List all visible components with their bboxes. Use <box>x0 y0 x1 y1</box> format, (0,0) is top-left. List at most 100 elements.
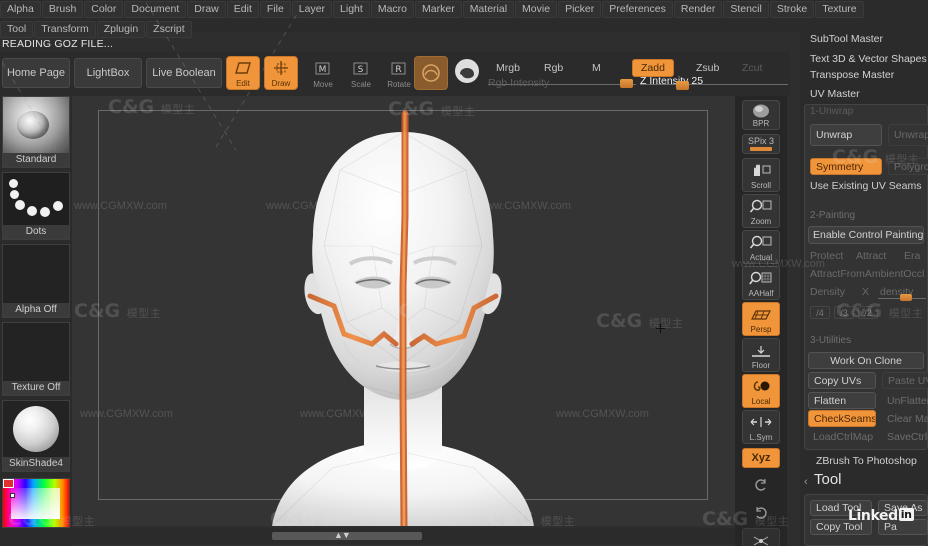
xyz-button[interactable]: Xyz <box>742 448 780 468</box>
rgb-intensity-knob[interactable] <box>620 79 633 88</box>
rotate-y-button[interactable] <box>742 472 780 498</box>
color-picker[interactable] <box>2 478 70 528</box>
enable-control-painting-button[interactable]: Enable Control Painting <box>808 226 924 244</box>
work-on-clone-button[interactable]: Work On Clone <box>808 352 924 369</box>
z-intensity-knob[interactable] <box>676 81 689 90</box>
local-symmetry-button[interactable]: L.Sym <box>742 410 780 444</box>
edit-button[interactable]: Edit <box>226 56 260 90</box>
mode-zcut[interactable]: Zcut <box>734 60 770 76</box>
draw-button[interactable]: Draw <box>264 56 298 90</box>
use-existing-uv-seams-button[interactable]: Use Existing UV Seams <box>810 180 921 192</box>
local-button[interactable]: Local <box>742 374 780 408</box>
menu-item-color[interactable]: Color <box>84 0 124 18</box>
density-x-button[interactable]: X <box>862 286 869 298</box>
zplugin-transpose-master[interactable]: Transpose Master <box>810 69 894 81</box>
rgb-intensity-slider[interactable]: Rgb Intensity <box>488 77 636 90</box>
menu-item-draw[interactable]: Draw <box>187 0 226 18</box>
menu-item-light[interactable]: Light <box>333 0 370 18</box>
document-canvas[interactable] <box>72 96 735 526</box>
live-boolean-button[interactable]: Live Boolean <box>146 58 222 88</box>
density-third-button[interactable]: /3 <box>834 306 854 319</box>
density-half-button[interactable]: /2 <box>858 306 878 319</box>
actual-button[interactable]: Actual <box>742 230 780 264</box>
rotate-button[interactable]: R Rotate <box>382 56 416 90</box>
zplugin-uv-master[interactable]: UV Master <box>810 88 860 100</box>
symmetry-button[interactable]: Symmetry <box>810 158 882 175</box>
save-ctrl-map-button[interactable]: SaveCtrl <box>882 428 928 445</box>
menu-item-stencil[interactable]: Stencil <box>723 0 769 18</box>
menu-item-movie[interactable]: Movie <box>515 0 558 18</box>
move-button[interactable]: M Move <box>306 56 340 90</box>
scroll-button[interactable]: Scroll <box>742 158 780 192</box>
attract-button[interactable]: Attract <box>856 250 886 262</box>
mode-m[interactable]: M <box>584 60 609 76</box>
material-sphere-icon[interactable] <box>3 401 69 457</box>
menu-item-alpha[interactable]: Alpha <box>0 0 41 18</box>
protect-button[interactable]: Protect <box>810 250 843 262</box>
attract-from-ambient-occlusion-button[interactable]: AttractFromAmbientOccl <box>810 268 924 280</box>
persp-button[interactable]: Persp <box>742 302 780 336</box>
menu-item-tool[interactable]: Tool <box>0 20 34 38</box>
horizontal-scrollbar[interactable]: ▲▼ <box>72 528 735 544</box>
color-picker-field[interactable] <box>11 488 60 519</box>
brush-palette-slot[interactable]: Standard <box>2 96 70 168</box>
material-palette-slot[interactable]: SkinShade4 <box>2 400 70 472</box>
alpha-thumbnail-icon[interactable] <box>3 245 69 303</box>
menu-item-brush[interactable]: Brush <box>41 0 84 18</box>
paste-uvs-button[interactable]: Paste UV <box>882 372 928 389</box>
menu-item-zplugin[interactable]: Zplugin <box>96 20 146 38</box>
floor-button[interactable]: Floor <box>742 338 780 372</box>
flatten-button[interactable]: Flatten <box>808 392 876 409</box>
menu-item-stroke[interactable]: Stroke <box>769 0 815 18</box>
menu-item-preferences[interactable]: Preferences <box>602 0 673 18</box>
mode-rgb[interactable]: Rgb <box>536 60 571 76</box>
check-seams-button[interactable]: CheckSeams <box>808 410 876 427</box>
polygroups-button[interactable]: Polygrou <box>888 158 928 175</box>
zbrush-to-photoshop-item[interactable]: ZBrush To Photoshop <box>816 455 917 467</box>
current-color-swatch[interactable] <box>3 479 14 488</box>
spix-slider[interactable] <box>750 147 772 151</box>
texture-thumbnail-icon[interactable] <box>3 323 69 381</box>
mode-zsub[interactable]: Zsub <box>688 60 727 76</box>
stroke-thumbnail-icon[interactable] <box>3 173 69 225</box>
zplugin-text3d-vector[interactable]: Text 3D & Vector Shapes <box>810 53 927 65</box>
mode-mrgb[interactable]: Mrgb <box>488 60 528 76</box>
rotate-z-button[interactable] <box>742 500 780 526</box>
load-ctrl-map-button[interactable]: LoadCtrlMap <box>808 428 880 445</box>
stroke-palette-slot[interactable]: Dots <box>2 172 70 240</box>
scrollbar-arrows-icon[interactable]: ▲▼ <box>334 530 351 540</box>
texture-palette-slot[interactable]: Texture Off <box>2 322 70 396</box>
menu-item-marker[interactable]: Marker <box>415 0 462 18</box>
model-viewport[interactable] <box>72 96 735 526</box>
z-intensity-slider[interactable]: Z Intensity 25 <box>640 75 788 90</box>
unflatten-button[interactable]: UnFlatten <box>882 392 928 409</box>
zoom-button[interactable]: Zoom <box>742 194 780 228</box>
frame-button[interactable]: Frame <box>742 528 780 546</box>
home-page-button[interactable]: Home Page <box>2 58 70 88</box>
menu-item-layer[interactable]: Layer <box>291 0 333 18</box>
current-brush-preview[interactable] <box>452 56 482 86</box>
menu-item-edit[interactable]: Edit <box>226 0 259 18</box>
aahalf-button[interactable]: AAHalf <box>742 266 780 300</box>
unwrap-all-button[interactable]: Unwrap A <box>888 124 928 146</box>
unwrap-button[interactable]: Unwrap <box>810 124 882 146</box>
lightbox-button[interactable]: LightBox <box>74 58 142 88</box>
spix-button[interactable]: SPix 3 <box>742 134 780 154</box>
menu-item-document[interactable]: Document <box>124 0 187 18</box>
menu-item-picker[interactable]: Picker <box>558 0 602 18</box>
bpr-render-button[interactable]: BPR <box>742 100 780 130</box>
menu-item-material[interactable]: Material <box>462 0 515 18</box>
menu-item-macro[interactable]: Macro <box>370 0 415 18</box>
menu-item-texture[interactable]: Texture <box>815 0 864 18</box>
brush-thumbnail-icon[interactable] <box>3 97 69 153</box>
copy-uvs-button[interactable]: Copy UVs <box>808 372 876 389</box>
menu-item-file[interactable]: File <box>259 0 291 18</box>
menu-item-transform[interactable]: Transform <box>34 20 96 38</box>
tool-collapse-chevron-icon[interactable]: ‹ <box>804 476 808 488</box>
density-slider-knob[interactable] <box>900 294 912 301</box>
erase-button[interactable]: Era <box>904 250 920 262</box>
density-quarter-button[interactable]: /4 <box>810 306 830 319</box>
current-material-button[interactable] <box>414 56 448 90</box>
menu-item-zscript[interactable]: Zscript <box>146 20 192 38</box>
scale-button[interactable]: S Scale <box>344 56 378 90</box>
